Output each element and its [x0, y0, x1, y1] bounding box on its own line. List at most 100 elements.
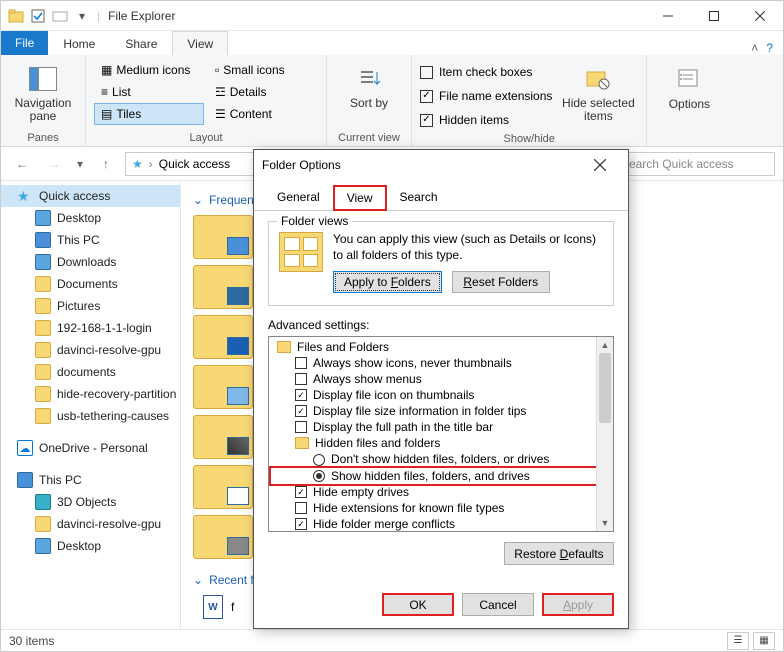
- up-button[interactable]: ↑: [93, 151, 119, 177]
- tree-item[interactable]: This PC: [1, 229, 180, 251]
- adv-checkbox[interactable]: Display the full path in the title bar: [271, 419, 611, 435]
- search-placeholder: Search Quick access: [621, 157, 734, 171]
- layout-small-icons[interactable]: ▫Small icons: [208, 59, 318, 81]
- folder-tile[interactable]: [193, 515, 253, 559]
- checkbox-icon: [420, 66, 433, 79]
- back-button[interactable]: ←: [9, 151, 35, 177]
- maximize-button[interactable]: [691, 1, 737, 31]
- adv-radio-dont-show[interactable]: Don't show hidden files, folders, or dri…: [271, 451, 611, 468]
- folder-icon: [35, 342, 51, 358]
- tree-item[interactable]: 192-168-1-1-login: [1, 317, 180, 339]
- content-icon: ☰: [215, 107, 226, 121]
- folder-tile[interactable]: [193, 315, 253, 359]
- restore-defaults-button[interactable]: Restore Defaults: [504, 542, 614, 565]
- item-check-boxes-toggle[interactable]: Item check boxes: [420, 61, 552, 83]
- cancel-button[interactable]: Cancel: [462, 593, 534, 616]
- breadcrumb-location[interactable]: Quick access: [159, 157, 230, 171]
- layout-content[interactable]: ☰Content: [208, 103, 318, 125]
- scrollbar[interactable]: ▲ ▼: [596, 337, 613, 531]
- apply-to-folders-button[interactable]: Apply to Folders: [333, 271, 442, 293]
- adv-group[interactable]: Files and Folders: [271, 339, 611, 355]
- qat-folder-icon[interactable]: [51, 7, 69, 25]
- nav-tree[interactable]: ★Quick access Desktop This PC Downloads …: [1, 181, 181, 629]
- tree-item[interactable]: hide-recovery-partition: [1, 383, 180, 405]
- chevron-down-icon: ⌄: [193, 573, 203, 587]
- adv-checkbox[interactable]: Hide extensions for known file types: [271, 500, 611, 516]
- qat-dropdown-icon[interactable]: ▾: [73, 7, 91, 25]
- app-icon: [7, 7, 25, 25]
- scroll-thumb[interactable]: [599, 353, 611, 423]
- forward-button[interactable]: →: [41, 151, 67, 177]
- folder-tile[interactable]: [193, 215, 253, 259]
- view-details-button[interactable]: ☰: [727, 632, 749, 650]
- ribbon-collapse-icon[interactable]: ˄: [751, 41, 758, 55]
- status-bar: 30 items ☰ ▦: [1, 629, 783, 651]
- qat-checkbox-icon[interactable]: [29, 7, 47, 25]
- tree-item[interactable]: Pictures: [1, 295, 180, 317]
- checkbox-icon: [295, 373, 307, 385]
- tree-item[interactable]: Downloads: [1, 251, 180, 273]
- window-title: File Explorer: [108, 9, 175, 23]
- radio-icon: [313, 454, 325, 466]
- dialog-tab-search[interactable]: Search: [387, 185, 451, 211]
- tree-item[interactable]: documents: [1, 361, 180, 383]
- adv-checkbox[interactable]: ✓Display file icon on thumbnails: [271, 387, 611, 403]
- file-name-extensions-toggle[interactable]: ✓File name extensions: [420, 85, 552, 107]
- view-tiles-button[interactable]: ▦: [753, 632, 775, 650]
- ok-button[interactable]: OK: [382, 593, 454, 616]
- layout-tiles[interactable]: ▤Tiles: [94, 103, 204, 125]
- adv-radio-show-hidden[interactable]: Show hidden files, folders, and drives: [271, 468, 611, 484]
- adv-group[interactable]: Hidden files and folders: [271, 435, 611, 451]
- folder-tile[interactable]: [193, 415, 253, 459]
- dialog-tab-general[interactable]: General: [264, 185, 333, 211]
- recent-locations-button[interactable]: ▾: [73, 151, 87, 177]
- scroll-down-icon[interactable]: ▼: [597, 515, 613, 531]
- tree-this-pc[interactable]: This PC: [1, 469, 180, 491]
- navigation-pane-label: Navigation pane: [11, 97, 75, 123]
- reset-folders-button[interactable]: Reset Folders: [452, 271, 550, 293]
- folder-tile[interactable]: [193, 465, 253, 509]
- adv-checkbox[interactable]: Always show icons, never thumbnails: [271, 355, 611, 371]
- dialog-close-button[interactable]: [580, 151, 620, 179]
- file-tab[interactable]: File: [1, 31, 48, 55]
- layout-list[interactable]: ≡List: [94, 81, 204, 103]
- tree-item[interactable]: Desktop: [1, 535, 180, 557]
- sort-by-button[interactable]: Sort by: [335, 59, 403, 114]
- adv-checkbox[interactable]: Always show menus: [271, 371, 611, 387]
- tree-item[interactable]: davinci-resolve-gpu: [1, 339, 180, 361]
- dialog-tab-view[interactable]: View: [333, 185, 387, 211]
- tree-quick-access[interactable]: ★Quick access: [1, 185, 180, 207]
- tree-item[interactable]: usb-tethering-causes: [1, 405, 180, 427]
- folder-tile[interactable]: [193, 365, 253, 409]
- checkbox-icon: ✓: [420, 90, 433, 103]
- file-name[interactable]: f: [231, 600, 234, 614]
- folder-tile[interactable]: [193, 265, 253, 309]
- hide-selected-items-button[interactable]: Hide selected items: [558, 59, 638, 127]
- minimize-button[interactable]: [645, 1, 691, 31]
- advanced-settings-list[interactable]: Files and Folders Always show icons, nev…: [268, 336, 614, 532]
- tree-item[interactable]: 3D Objects: [1, 491, 180, 513]
- apply-button[interactable]: Apply: [542, 593, 614, 616]
- adv-checkbox[interactable]: ✓Hide empty drives: [271, 484, 611, 500]
- tab-view[interactable]: View: [172, 31, 228, 55]
- tree-onedrive[interactable]: ☁OneDrive - Personal: [1, 437, 180, 459]
- options-button[interactable]: Options: [655, 59, 723, 115]
- tab-home[interactable]: Home: [48, 31, 110, 55]
- scroll-up-icon[interactable]: ▲: [597, 337, 613, 353]
- adv-checkbox[interactable]: ✓Display file size information in folder…: [271, 403, 611, 419]
- group-label-options: [655, 130, 723, 144]
- close-button[interactable]: [737, 1, 783, 31]
- layout-medium-icons[interactable]: ▦Medium icons: [94, 59, 204, 81]
- navigation-pane-button[interactable]: Navigation pane: [9, 59, 77, 127]
- tree-item[interactable]: Documents: [1, 273, 180, 295]
- layout-details[interactable]: ☲Details: [208, 81, 318, 103]
- dialog-titlebar[interactable]: Folder Options: [254, 150, 628, 180]
- sort-by-label: Sort by: [350, 97, 388, 110]
- tree-item[interactable]: Desktop: [1, 207, 180, 229]
- hidden-items-toggle[interactable]: ✓Hidden items: [420, 109, 552, 131]
- help-icon[interactable]: ?: [766, 41, 773, 55]
- options-label: Options: [669, 97, 710, 111]
- tree-item[interactable]: davinci-resolve-gpu: [1, 513, 180, 535]
- tab-share[interactable]: Share: [110, 31, 172, 55]
- adv-checkbox[interactable]: ✓Hide folder merge conflicts: [271, 516, 611, 532]
